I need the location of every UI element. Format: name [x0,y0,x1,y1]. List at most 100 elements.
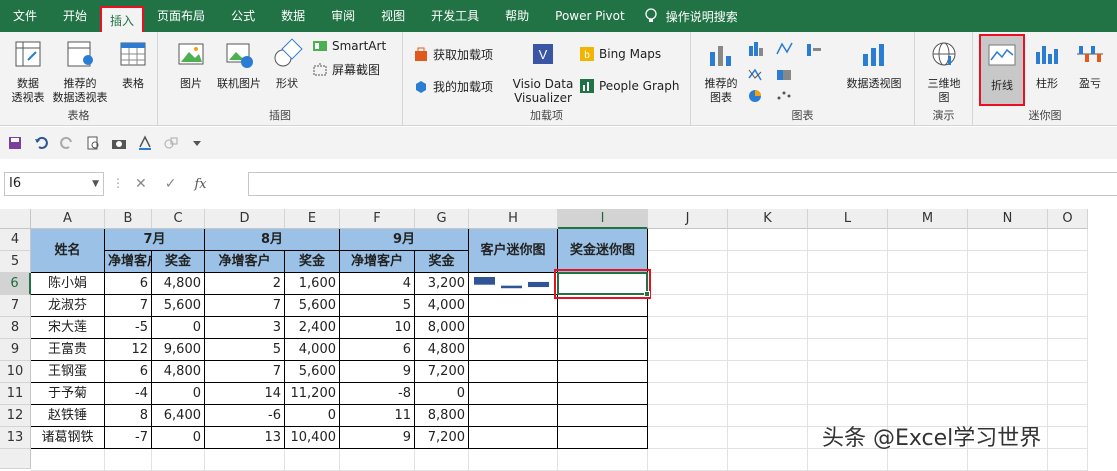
tab-1[interactable]: 开始 [50,0,100,32]
empty-cell[interactable] [648,251,728,273]
empty-cell[interactable] [808,449,888,471]
cell-b[interactable]: -5 [105,317,152,339]
cell-customer-sparkline[interactable] [469,317,558,339]
row-header-8[interactable]: 8 [0,317,31,339]
pictures-button[interactable]: 图片 [174,38,208,91]
cell-f[interactable]: 4 [340,273,415,295]
empty-cell[interactable] [1048,405,1088,427]
column-header-H[interactable]: H [469,209,558,229]
column-header-D[interactable]: D [205,209,285,229]
empty-cell[interactable] [728,383,808,405]
empty-cell[interactable] [648,383,728,405]
cell-d[interactable]: 5 [205,339,285,361]
recommended-charts-button[interactable]: 推荐的 图表 [699,38,743,105]
cell-name[interactable]: 龙淑芬 [31,295,105,317]
3d-map-button[interactable]: 三维地 图 [921,38,967,105]
empty-cell[interactable] [1048,427,1088,449]
cell-e[interactable]: 2,400 [285,317,340,339]
empty-cell[interactable] [728,317,808,339]
cell-f[interactable]: 10 [340,317,415,339]
empty-cell[interactable] [728,251,808,273]
save-icon[interactable] [6,134,24,152]
row-header-14[interactable] [0,449,31,469]
cell-b[interactable]: 6 [105,273,152,295]
cell-d[interactable]: -6 [205,405,285,427]
tab-0[interactable]: 文件 [0,0,50,32]
empty-cell[interactable] [808,361,888,383]
empty-cell[interactable] [808,273,888,295]
shapes-button[interactable]: 形状 [270,38,304,91]
cell-g[interactable]: 4,800 [415,339,469,361]
sparkline-column-button[interactable]: 柱形 [1027,38,1067,91]
cell-customer-sparkline[interactable] [469,405,558,427]
cell-g[interactable]: 7,200 [415,427,469,449]
column-header-L[interactable]: L [808,209,888,229]
cell-b[interactable]: 12 [105,339,152,361]
column-header-M[interactable]: M [888,209,968,229]
row-header-6[interactable]: 6 [0,273,31,295]
empty-cell[interactable] [105,449,152,471]
row-header-13[interactable]: 13 [0,427,31,449]
cell-name[interactable]: 诸葛钢铁 [31,427,105,449]
formula-bar-splitter[interactable]: ⋮ [112,176,124,190]
cell-e[interactable]: 5,600 [285,361,340,383]
cell-b[interactable]: 6 [105,361,152,383]
column-header-C[interactable]: C [152,209,205,229]
cell-customer-sparkline[interactable] [469,295,558,317]
cell-g[interactable]: 0 [415,383,469,405]
empty-cell[interactable] [808,251,888,273]
redo-icon[interactable] [58,134,76,152]
empty-cell[interactable] [728,449,808,471]
empty-cell[interactable] [1048,273,1088,295]
confirm-icon[interactable]: ✓ [165,176,177,192]
column-header-O[interactable]: O [1048,209,1088,229]
empty-cell[interactable] [1048,317,1088,339]
cell-d[interactable]: 2 [205,273,285,295]
empty-cell[interactable] [648,405,728,427]
cell-c[interactable]: 0 [152,383,205,405]
empty-cell[interactable] [728,273,808,295]
select-all-corner[interactable] [0,209,31,229]
empty-cell[interactable] [888,317,968,339]
cell-e[interactable]: 5,600 [285,295,340,317]
row-header-11[interactable]: 11 [0,383,31,405]
empty-cell[interactable] [968,251,1048,273]
pivot-chart-button[interactable]: 数据透视图 [839,38,909,91]
empty-cell[interactable] [1048,449,1088,471]
cell-customer-sparkline[interactable] [469,361,558,383]
empty-cell[interactable] [1048,295,1088,317]
cell-d[interactable]: 14 [205,383,285,405]
row-header-10[interactable]: 10 [0,361,31,383]
empty-cell[interactable] [888,383,968,405]
column-header-F[interactable]: F [340,209,415,229]
column-header-N[interactable]: N [968,209,1048,229]
online-pictures-button[interactable]: 联机图片 [212,38,266,91]
empty-cell[interactable] [648,449,728,471]
empty-cell[interactable] [888,273,968,295]
cell-name[interactable]: 陈小娟 [31,273,105,295]
cell-f[interactable]: 5 [340,295,415,317]
cell-bonus-sparkline[interactable] [558,317,648,339]
empty-cell[interactable] [558,449,648,471]
cell-name[interactable]: 王富贵 [31,339,105,361]
tab-2[interactable]: 插入 [100,6,145,32]
cell-bonus-sparkline[interactable] [558,427,648,449]
cell-e[interactable]: 0 [285,405,340,427]
cell-g[interactable]: 7,200 [415,361,469,383]
empty-cell[interactable] [968,361,1048,383]
cell-c[interactable]: 0 [152,427,205,449]
row-header-9[interactable]: 9 [0,339,31,361]
header-bonus[interactable]: 奖金 [285,251,340,273]
cell-d[interactable]: 3 [205,317,285,339]
cell-g[interactable]: 3,200 [415,273,469,295]
column-header-I[interactable]: I [558,209,648,229]
empty-cell[interactable] [888,251,968,273]
row-header-7[interactable]: 7 [0,295,31,317]
empty-cell[interactable] [340,449,415,471]
cell-name[interactable]: 赵铁锤 [31,405,105,427]
empty-cell[interactable] [1048,383,1088,405]
row-header-12[interactable]: 12 [0,405,31,427]
empty-cell[interactable] [808,229,888,251]
empty-cell[interactable] [968,339,1048,361]
cell-e[interactable]: 1,600 [285,273,340,295]
